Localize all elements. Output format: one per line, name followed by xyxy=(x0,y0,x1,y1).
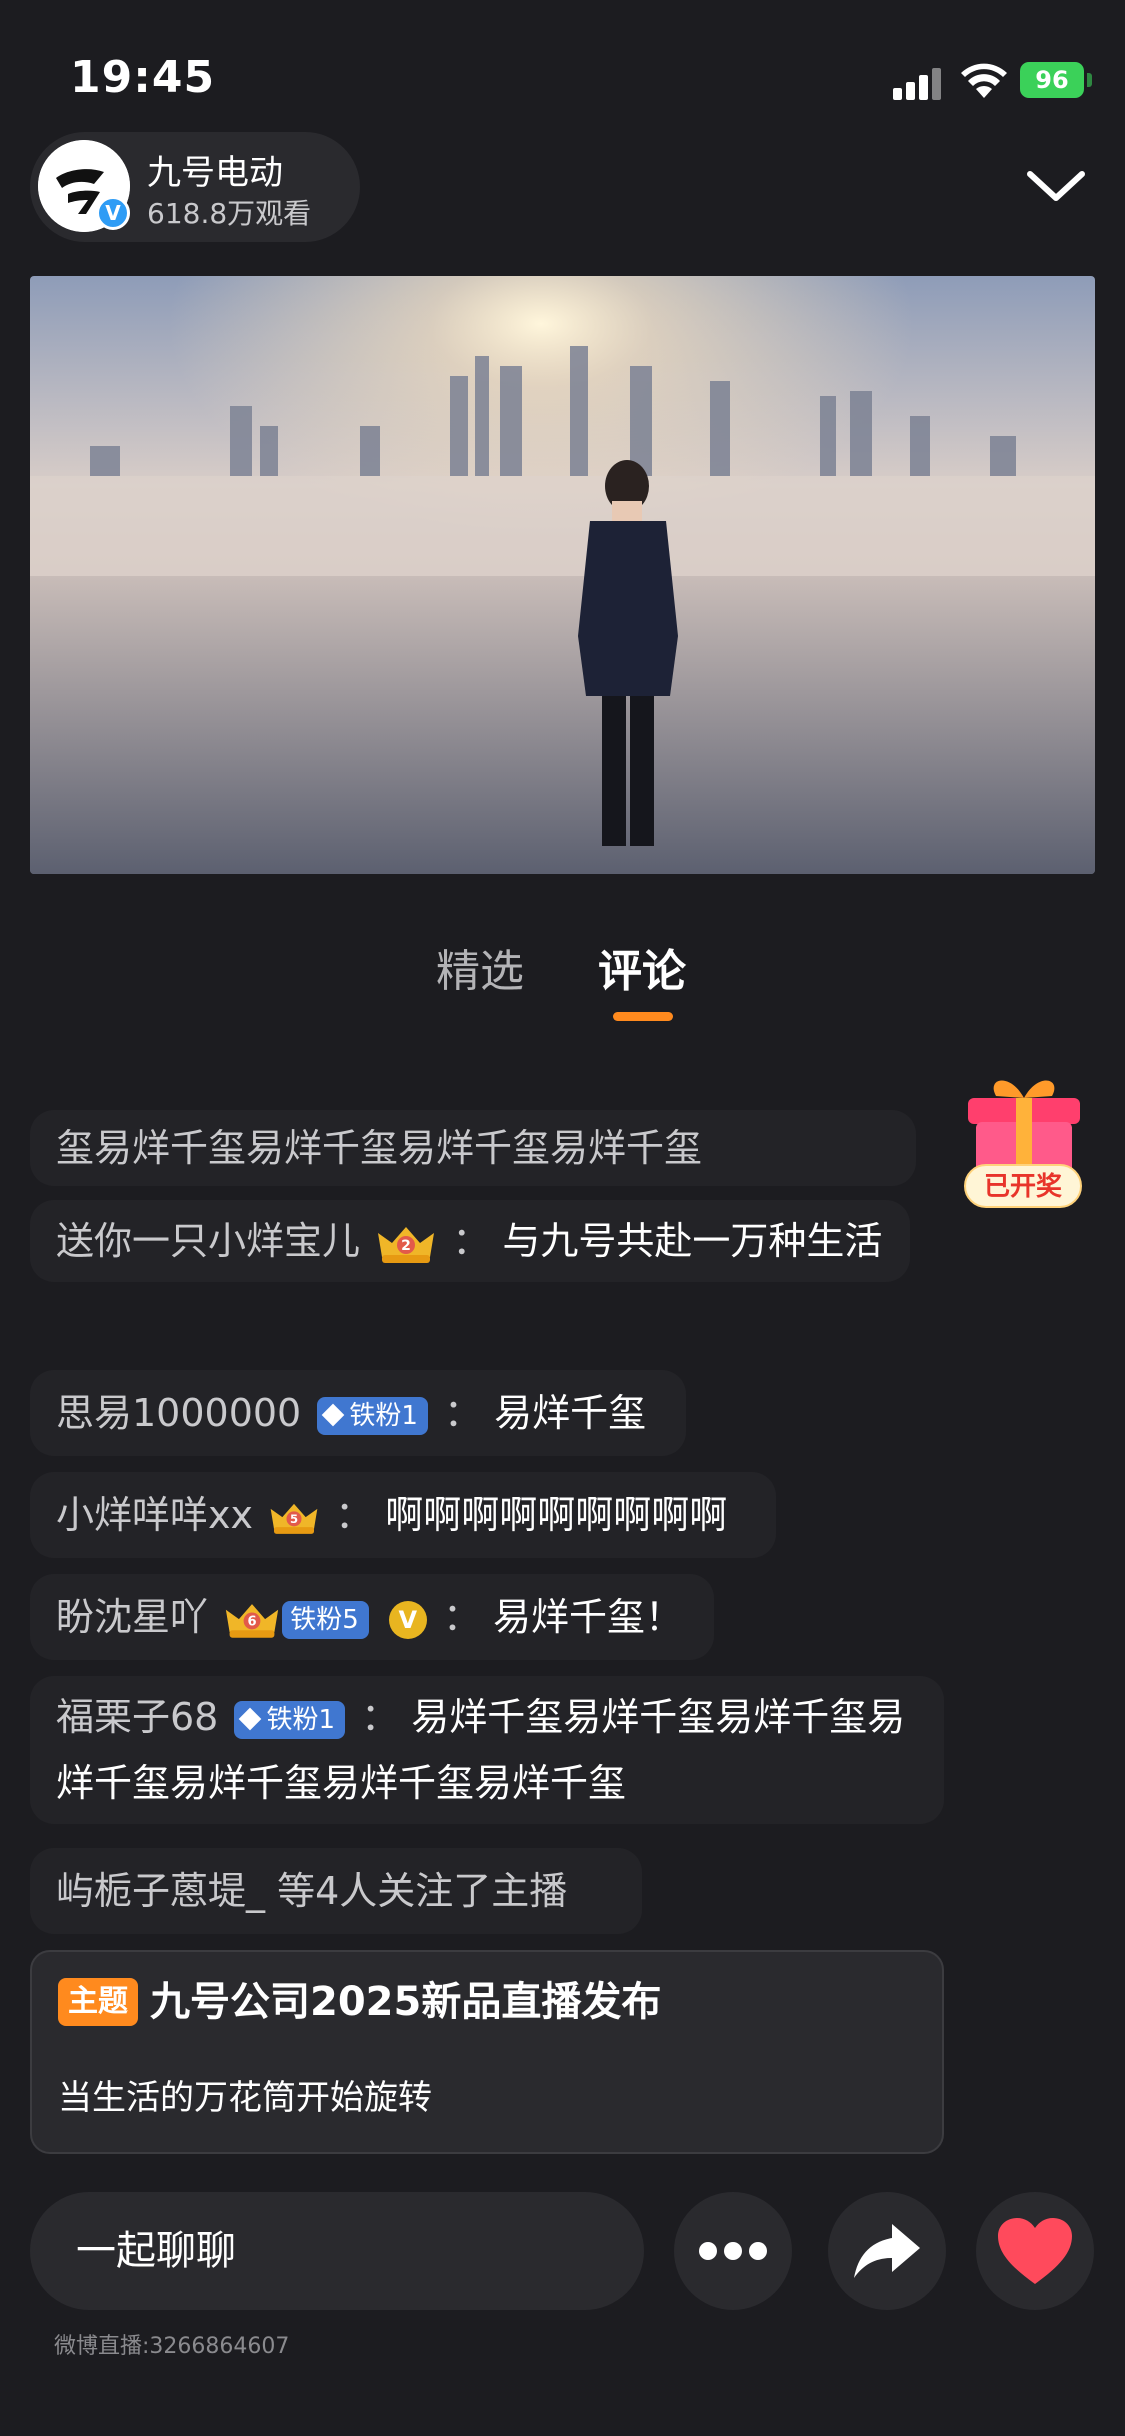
fan-badge: 铁粉1 xyxy=(234,1700,345,1739)
battery-level: 96 xyxy=(1035,66,1069,94)
topic-tag: 主题 xyxy=(58,1978,138,2026)
fan-badge: 铁粉5 xyxy=(282,1600,369,1639)
crown-icon: 6 xyxy=(225,1603,279,1638)
comment-message: 易烊千玺 xyxy=(494,1391,647,1435)
tab-active-indicator xyxy=(613,1012,673,1021)
crown-icon: 5 xyxy=(270,1503,318,1534)
list-item[interactable]: 屿栀子蒽堤_ 等4人关注了主播 xyxy=(30,1848,642,1934)
topic-subtitle: 当生活的万花筒开始旋转 xyxy=(58,2078,432,2118)
more-icon xyxy=(699,2242,767,2260)
topic-title: 九号公司2025新品直播发布 xyxy=(150,1979,662,2025)
tab-featured[interactable]: 精选 xyxy=(436,935,524,999)
more-button[interactable] xyxy=(674,2192,792,2310)
chat-input[interactable] xyxy=(30,2192,644,2310)
battery-tip xyxy=(1087,73,1092,87)
crown-level: 2 xyxy=(401,1238,411,1254)
chevron-down-icon[interactable] xyxy=(1022,158,1090,212)
crown-level: 5 xyxy=(290,1512,298,1526)
comment-nick[interactable]: 小烊咩咩xx xyxy=(56,1493,253,1537)
like-button[interactable] xyxy=(976,2192,1094,2310)
comment-message: 与九号共赴一万种生活 xyxy=(502,1219,883,1263)
wifi-icon xyxy=(961,63,1007,98)
comment-message: 啊啊啊啊啊啊啊啊啊 xyxy=(385,1493,728,1537)
comment-text: 玺易烊千玺易烊千玺易烊千玺易烊千玺 xyxy=(56,1126,703,1170)
battery-icon: 96 xyxy=(1020,62,1084,98)
fan-badge: 铁粉1 xyxy=(317,1396,428,1435)
fan-badge-label: 铁粉1 xyxy=(349,1400,418,1431)
room-id: 微博直播:3266864607 xyxy=(54,2334,290,2359)
fan-badge-label: 铁粉5 xyxy=(290,1604,359,1635)
list-item[interactable]: 盼沈星吖 6 铁粉5 V ： 易烊千玺！ xyxy=(30,1574,714,1660)
fan-badge-label: 铁粉1 xyxy=(266,1704,335,1735)
list-item[interactable]: 送你一只小烊宝儿 2 ： 与九号共赴一万种生活 xyxy=(30,1200,910,1282)
tab-comments[interactable]: 评论 xyxy=(598,935,686,999)
status-time: 19:45 xyxy=(70,52,216,103)
v-badge-icon: V xyxy=(388,1600,427,1639)
share-icon xyxy=(854,2224,920,2278)
list-item[interactable]: 思易1000000 铁粉1 ： 易烊千玺 xyxy=(30,1370,686,1456)
verified-icon: V xyxy=(96,196,130,230)
heart-icon xyxy=(998,2218,1072,2284)
comment-nick[interactable]: 福栗子68 xyxy=(56,1695,218,1739)
list-item[interactable]: 小烊咩咩xx 5 ： 啊啊啊啊啊啊啊啊啊 xyxy=(30,1472,776,1558)
topic-card[interactable]: 主题 九号公司2025新品直播发布 当生活的万花筒开始旋转 xyxy=(30,1950,944,2154)
crown-icon: 2 xyxy=(378,1226,435,1263)
diamond-icon xyxy=(239,1707,262,1730)
comment-nick[interactable]: 盼沈星吖 xyxy=(56,1595,208,1639)
comment-message: 易烊千玺！ xyxy=(493,1595,684,1639)
comment-separator: ： xyxy=(443,1391,482,1435)
comment-nick[interactable]: 思易1000000 xyxy=(56,1391,301,1435)
host-name: 九号电动 xyxy=(147,153,283,193)
signal-icon xyxy=(893,66,943,100)
diamond-icon xyxy=(322,1403,345,1426)
list-item[interactable]: 玺易烊千玺易烊千玺易烊千玺易烊千玺 xyxy=(30,1110,916,1186)
comment-separator: ： xyxy=(452,1219,491,1263)
status-bar: 19:45 96 xyxy=(0,0,1125,150)
live-video-player[interactable] xyxy=(30,276,1095,874)
comment-nick[interactable]: 送你一只小烊宝儿 xyxy=(56,1219,360,1263)
comment-separator: ： xyxy=(335,1493,374,1537)
lottery-status-label[interactable]: 已开奖 xyxy=(964,1164,1082,1208)
crown-level: 6 xyxy=(248,1614,257,1629)
list-item[interactable]: 福栗子68 铁粉1 ： 易烊千玺易烊千玺易烊千玺易烊千玺易烊千玺易烊千玺易烊千玺 xyxy=(30,1676,944,1824)
video-frame xyxy=(30,276,1095,874)
share-button[interactable] xyxy=(828,2192,946,2310)
follow-notice: 屿栀子蒽堤_ 等4人关注了主播 xyxy=(56,1869,568,1913)
comment-separator: ： xyxy=(442,1595,481,1639)
viewer-count: 618.8万观看 xyxy=(147,197,312,230)
comment-separator: ： xyxy=(361,1695,400,1739)
